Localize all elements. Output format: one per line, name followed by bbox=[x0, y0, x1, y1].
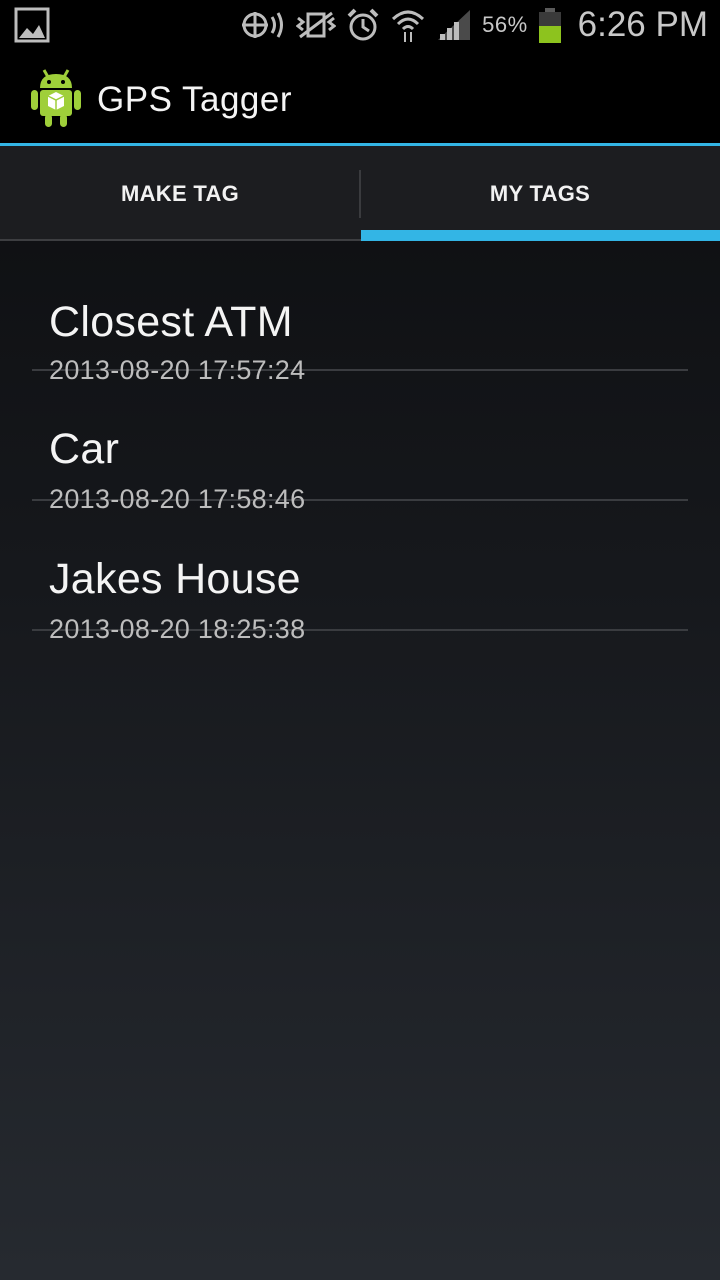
tag-name: Closest ATM bbox=[49, 298, 293, 346]
action-bar: GPS Tagger bbox=[0, 50, 720, 143]
status-clock: 6:26 PM bbox=[577, 5, 708, 44]
vibrate-icon bbox=[296, 10, 337, 40]
tag-date: 2013-08-20 18:25:38 bbox=[49, 614, 306, 644]
tab-make-tag[interactable]: MAKE TAG bbox=[0, 146, 360, 241]
gallery-icon bbox=[14, 7, 50, 43]
tab-selected-indicator bbox=[361, 230, 720, 241]
tab-my-tags[interactable]: MY TAGS bbox=[360, 146, 720, 241]
tag-list: Closest ATM 2013-08-20 17:57:24 Car 2013… bbox=[0, 241, 720, 643]
alarm-icon bbox=[346, 7, 380, 43]
battery-icon bbox=[538, 7, 562, 43]
tag-name: Car bbox=[49, 425, 120, 473]
tag-name: Jakes House bbox=[49, 555, 301, 603]
list-item[interactable]: Closest ATM 2013-08-20 17:57:24 bbox=[32, 241, 688, 384]
battery-percent: 56% bbox=[482, 12, 528, 37]
wifi-icon bbox=[390, 7, 426, 43]
list-item[interactable]: Jakes House 2013-08-20 18:25:38 bbox=[32, 501, 688, 643]
signal-icon bbox=[436, 8, 472, 42]
list-item[interactable]: Car 2013-08-20 17:58:46 bbox=[32, 371, 688, 513]
tab-bar: MAKE TAG MY TAGS bbox=[0, 146, 720, 241]
location-icon bbox=[240, 8, 286, 42]
status-bar: 56% 6:26 PM bbox=[0, 0, 720, 50]
app-title: GPS Tagger bbox=[97, 80, 293, 119]
android-app-icon bbox=[30, 68, 82, 133]
